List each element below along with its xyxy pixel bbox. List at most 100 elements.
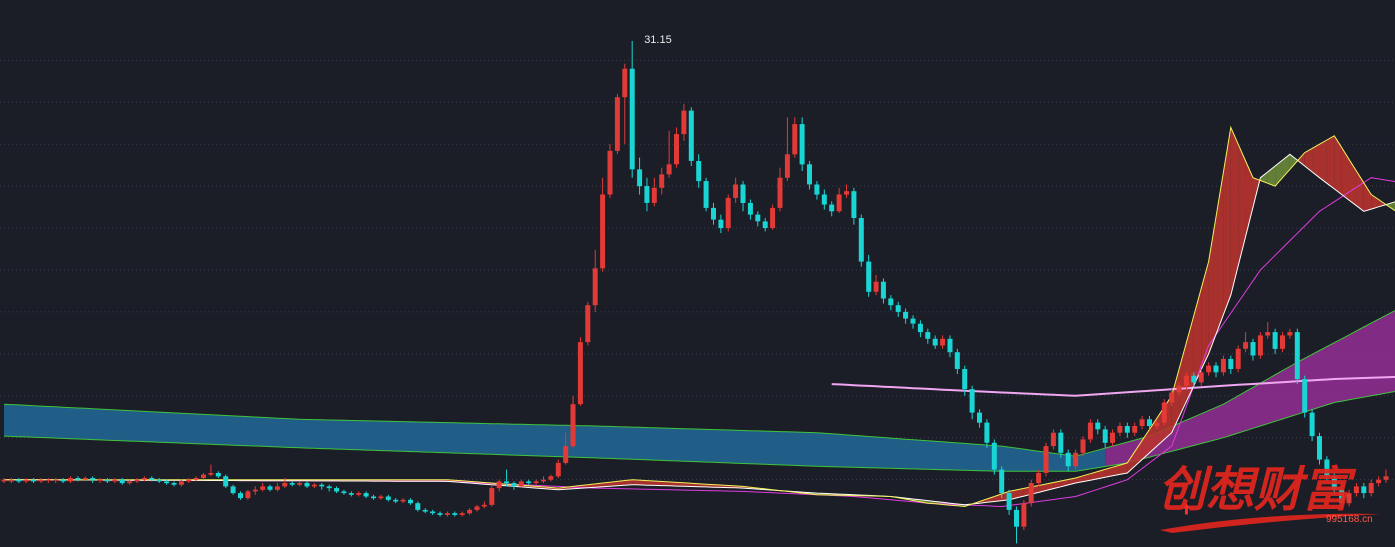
candle-down	[422, 509, 428, 512]
candle-down	[747, 202, 753, 215]
candle-down	[1228, 358, 1234, 369]
candle-up	[1265, 332, 1271, 336]
candle-down	[385, 496, 391, 500]
candle-up	[1257, 335, 1263, 356]
candle-down	[1317, 436, 1322, 460]
candle-up	[1028, 483, 1034, 504]
candle-up	[1368, 483, 1374, 494]
band-up-segment	[1223, 127, 1231, 315]
candle-up	[252, 489, 258, 492]
watermark-logo: 创想财富 995168.cn	[1158, 462, 1380, 533]
candle-down	[755, 214, 761, 222]
candle-up	[1050, 432, 1056, 447]
candle-up	[1206, 365, 1212, 373]
candle-down	[31, 479, 36, 482]
candle-down	[711, 207, 716, 220]
candle-down	[75, 478, 81, 480]
candle-down	[504, 481, 509, 484]
candle-down	[1302, 379, 1308, 413]
candle-up	[784, 154, 790, 178]
candle-up	[792, 124, 798, 155]
candle-down	[888, 298, 894, 306]
candle-up	[282, 483, 288, 487]
candle-down	[991, 442, 997, 470]
candle-down	[334, 488, 340, 492]
candle-up	[297, 483, 303, 485]
candle-down	[171, 483, 177, 485]
candle-up	[378, 496, 384, 499]
candle-up	[1117, 426, 1123, 433]
candle-up	[1176, 385, 1182, 393]
watermark-title: 创想财富	[1158, 462, 1357, 518]
candle-up	[577, 342, 583, 405]
candle-down	[1361, 486, 1367, 494]
candle-up	[844, 191, 849, 195]
candle-down	[903, 311, 909, 319]
candle-up	[1043, 446, 1049, 473]
candle-down	[1124, 426, 1130, 433]
candle-down	[452, 513, 458, 515]
candle-down	[267, 486, 273, 490]
candle-down	[762, 221, 768, 229]
candle-down	[947, 338, 953, 353]
candle-down	[90, 478, 96, 480]
candle-down	[526, 481, 532, 484]
candle-down	[223, 476, 229, 487]
candle-up	[311, 484, 317, 487]
candle-down	[1006, 493, 1012, 510]
candle-up	[1110, 432, 1115, 443]
candle-down	[932, 338, 938, 346]
candle-up	[622, 68, 628, 98]
candle-up	[873, 281, 879, 292]
candle-down	[688, 110, 694, 161]
band-up-segment	[1349, 159, 1357, 206]
candle-down	[363, 493, 369, 497]
candle-down	[289, 483, 295, 485]
candle-up	[134, 479, 140, 482]
candle-up	[585, 305, 591, 343]
candle-down	[895, 305, 901, 312]
candle-up	[489, 488, 495, 505]
candle-up	[533, 481, 539, 484]
candle-down	[326, 486, 332, 489]
candle-up	[733, 184, 739, 198]
candle-up	[1198, 372, 1204, 383]
candle-down	[703, 181, 709, 208]
band-up-segment	[1363, 182, 1372, 212]
candle-up	[725, 197, 731, 229]
candle-up	[1139, 419, 1145, 426]
candle-down	[230, 486, 236, 494]
candle-up	[481, 504, 487, 507]
candle-up	[570, 404, 576, 447]
candle-up	[518, 481, 524, 487]
candle-down	[1014, 509, 1019, 527]
candle-up	[1036, 473, 1042, 484]
candle-down	[60, 479, 66, 482]
candle-up	[681, 110, 687, 135]
candle-up	[274, 486, 280, 490]
candle-down	[829, 204, 835, 212]
candle-down	[511, 483, 517, 487]
candle-up	[600, 194, 606, 269]
candle-down	[1058, 432, 1064, 453]
candle-up	[178, 481, 184, 485]
candle-down	[954, 352, 960, 369]
candle-up	[245, 491, 251, 499]
candle-up	[459, 513, 465, 515]
stock-chart: 31.15 创想财富 995168.cn	[0, 0, 1395, 547]
candle-up	[607, 150, 613, 195]
candle-up	[141, 478, 147, 480]
candle-down	[16, 479, 22, 482]
candle-up	[548, 476, 554, 480]
candle-down	[119, 479, 125, 484]
candle-down	[629, 68, 635, 170]
candle-up	[541, 479, 546, 482]
candle-up	[112, 479, 118, 482]
candle-up	[1, 479, 7, 482]
candle-down	[1309, 412, 1315, 437]
candle-up	[1287, 332, 1293, 336]
candle-down	[1294, 332, 1300, 380]
candle-down	[437, 513, 443, 515]
candle-up	[770, 207, 776, 228]
candle-down	[866, 261, 872, 292]
